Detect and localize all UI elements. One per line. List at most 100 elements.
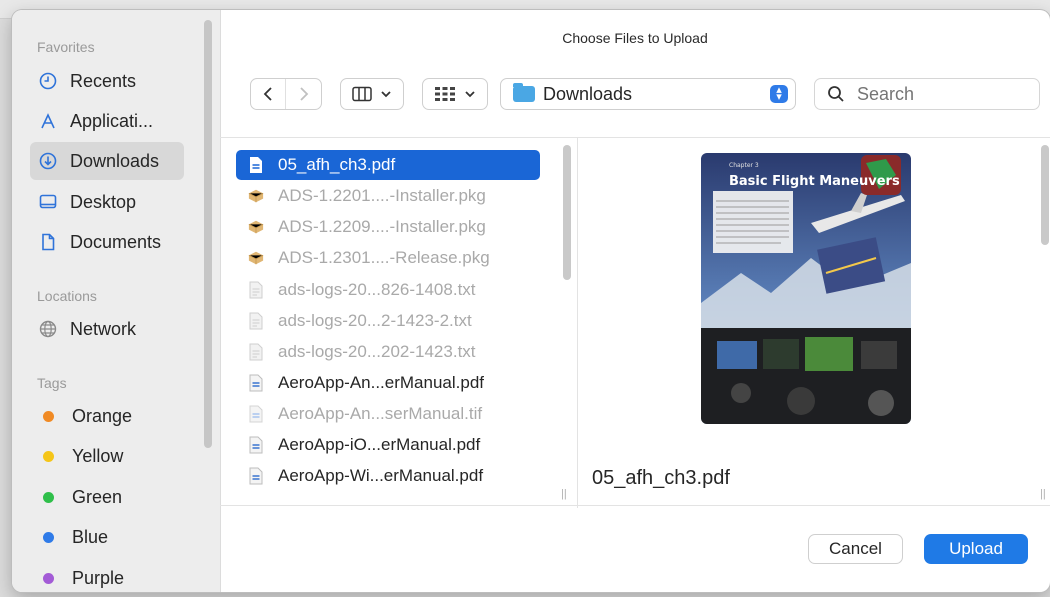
folder-icon [513, 83, 535, 102]
purple-tag-dot-icon [43, 572, 54, 584]
sidebar-section-favorites: Favorites [37, 39, 95, 55]
search-input[interactable] [855, 82, 1029, 106]
list-item: ADS-1.2201....-Installer.pkg [236, 181, 540, 211]
sidebar-item-label: Downloads [70, 150, 160, 171]
sidebar-item-label: Applicati... [70, 110, 154, 131]
list-item[interactable]: AeroApp-iO...erManual.pdf [236, 430, 540, 460]
pdf-file-icon [248, 374, 264, 392]
preview-cover-title: Basic Flight Maneuvers [729, 174, 900, 189]
grid-view-icon [435, 87, 455, 101]
chevron-down-icon [465, 91, 475, 98]
file-list-scrollbar[interactable] [563, 145, 571, 280]
sidebar-item-label: Purple [72, 567, 125, 588]
sidebar-item-documents[interactable]: Documents [30, 223, 184, 261]
file-list: 05_afh_ch3.pdf ADS-1.2201....-Installer.… [220, 138, 575, 508]
sidebar-tag-orange[interactable]: Orange [30, 397, 184, 435]
file-name: AeroApp-Wi...erManual.pdf [278, 466, 484, 485]
list-item: ads-logs-20...202-1423.txt [236, 337, 540, 367]
footer-divider [220, 505, 1050, 506]
list-item: ADS-1.2209....-Installer.pkg [236, 212, 540, 242]
sidebar-item-desktop[interactable]: Desktop [30, 183, 184, 221]
desktop-icon [38, 192, 58, 212]
text-file-icon [248, 312, 264, 330]
back-button[interactable] [251, 79, 287, 109]
preview-scrollbar[interactable] [1041, 145, 1049, 245]
pdf-file-icon [248, 436, 264, 454]
file-name: 05_afh_ch3.pdf [278, 155, 396, 174]
column-resize-handle-icon[interactable]: || [561, 488, 567, 500]
cancel-button[interactable]: Cancel [808, 534, 903, 564]
pdf-file-icon [248, 467, 264, 485]
file-upload-dialog: Favorites Recents Applicati... Downloads… [12, 10, 1050, 592]
up-down-chevron-icon: ▴ ▾ [770, 85, 788, 103]
file-name: AeroApp-An...serManual.tif [278, 404, 483, 423]
sidebar-item-label: Network [70, 318, 137, 339]
green-tag-dot-icon [43, 491, 54, 503]
document-preview-thumbnail: Basic Flight Maneuvers Chapter 3 [701, 153, 911, 424]
search-field[interactable] [814, 78, 1040, 110]
text-file-icon [248, 281, 264, 299]
file-name: AeroApp-An...erManual.pdf [278, 373, 485, 392]
view-mode-button[interactable] [340, 78, 404, 110]
sidebar-item-label: Green [72, 486, 123, 507]
sidebar-tag-yellow[interactable]: Yellow [30, 437, 184, 475]
blue-tag-dot-icon [43, 531, 54, 543]
sidebar-scrollbar[interactable] [204, 20, 212, 448]
chevron-right-icon [300, 87, 309, 101]
chevron-left-icon [263, 87, 272, 101]
sidebar: Favorites Recents Applicati... Downloads… [12, 10, 221, 592]
list-item: AeroApp-An...serManual.tif [236, 399, 540, 429]
list-item[interactable]: AeroApp-Wi...erManual.pdf [236, 461, 540, 491]
nav-buttons [250, 78, 322, 110]
columns-view-icon [352, 86, 372, 102]
upload-button[interactable]: Upload [924, 534, 1028, 564]
list-item: ADS-1.2301....-Release.pkg [236, 243, 540, 273]
sidebar-item-downloads[interactable]: Downloads [30, 142, 184, 180]
download-icon [38, 151, 58, 171]
clock-icon [38, 71, 58, 91]
sidebar-tag-purple[interactable]: Purple [30, 559, 184, 592]
forward-button[interactable] [287, 79, 321, 109]
document-icon [38, 232, 58, 252]
globe-icon [38, 319, 58, 339]
sidebar-item-applications[interactable]: Applicati... [30, 102, 184, 140]
list-item[interactable]: 05_afh_ch3.pdf [236, 150, 540, 180]
applications-icon [38, 111, 58, 131]
pdf-file-icon [248, 156, 264, 174]
sidebar-item-label: Yellow [72, 445, 124, 466]
list-item: ads-logs-20...826-1408.txt [236, 275, 540, 305]
orange-tag-dot-icon [43, 410, 54, 422]
file-name: ADS-1.2201....-Installer.pkg [278, 186, 486, 205]
location-label: Downloads [543, 83, 633, 104]
sidebar-item-label: Desktop [70, 191, 137, 212]
image-file-icon [248, 405, 264, 423]
file-name: ads-logs-20...826-1408.txt [278, 280, 476, 299]
sidebar-tag-blue[interactable]: Blue [30, 518, 184, 556]
location-popup[interactable]: Downloads ▴ ▾ [500, 78, 796, 110]
list-item: ads-logs-20...2-1423-2.txt [236, 306, 540, 336]
sidebar-section-locations: Locations [37, 288, 97, 304]
yellow-tag-dot-icon [43, 450, 54, 462]
package-icon [248, 187, 264, 205]
package-icon [248, 218, 264, 236]
preview-filename: 05_afh_ch3.pdf [592, 467, 730, 489]
search-icon [828, 86, 844, 102]
sidebar-section-tags: Tags [37, 375, 67, 391]
sidebar-item-label: Documents [70, 231, 162, 252]
chevron-down-icon [381, 91, 391, 98]
preview-cover-chapter: Chapter 3 [729, 162, 759, 169]
group-by-button[interactable] [422, 78, 488, 110]
sidebar-item-label: Recents [70, 70, 137, 91]
file-name: AeroApp-iO...erManual.pdf [278, 435, 481, 454]
list-item[interactable]: AeroApp-An...erManual.pdf [236, 368, 540, 398]
file-name: ads-logs-20...2-1423-2.txt [278, 311, 472, 330]
file-name: ADS-1.2209....-Installer.pkg [278, 217, 486, 236]
text-file-icon [248, 343, 264, 361]
sidebar-item-label: Orange [72, 405, 133, 426]
sidebar-tag-green[interactable]: Green [30, 478, 184, 516]
file-name: ADS-1.2301....-Release.pkg [278, 248, 490, 267]
preview-resize-handle-icon[interactable]: || [1040, 488, 1046, 500]
column-divider[interactable] [577, 138, 578, 508]
sidebar-item-network[interactable]: Network [30, 310, 184, 348]
sidebar-item-recents[interactable]: Recents [30, 62, 184, 100]
